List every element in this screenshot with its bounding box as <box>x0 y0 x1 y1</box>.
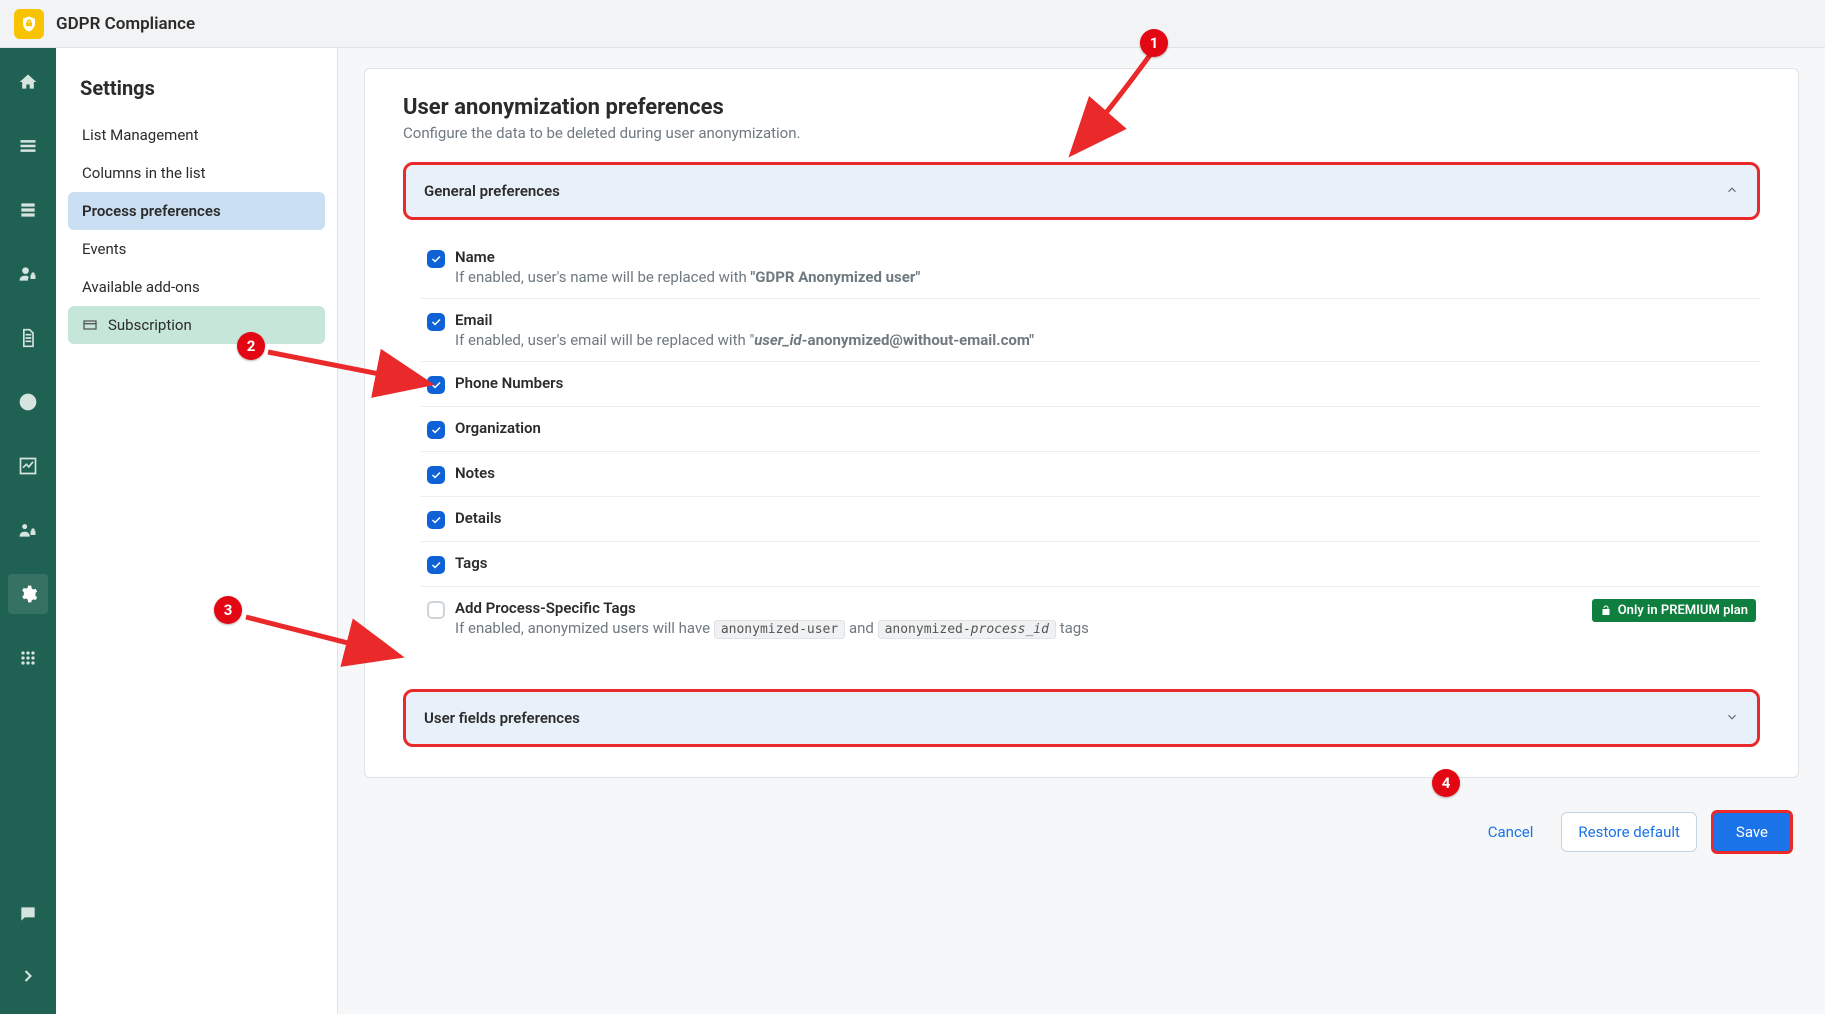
accordion-user-fields-preferences[interactable]: User fields preferences <box>403 689 1760 747</box>
sidebar-list: List Management Columns in the list Proc… <box>68 116 325 344</box>
pref-label: Email <box>455 311 1760 329</box>
sidebar-item-label: Subscription <box>108 316 192 334</box>
accordion-general-preferences[interactable]: General preferences <box>403 162 1760 220</box>
pref-label: Phone Numbers <box>455 374 1760 392</box>
sidebar-item-addons[interactable]: Available add-ons <box>68 268 325 306</box>
main-card: User anonymization preferences Configure… <box>364 68 1799 778</box>
main-content: User anonymization preferences Configure… <box>338 48 1825 1014</box>
save-button[interactable]: Save <box>1711 810 1793 854</box>
pref-label: Name <box>455 248 1760 266</box>
restore-default-button[interactable]: Restore default <box>1561 812 1696 852</box>
sidebar-item-columns[interactable]: Columns in the list <box>68 154 325 192</box>
sidebar-item-label: Process preferences <box>82 202 221 220</box>
settings-sidebar: Settings List Management Columns in the … <box>56 48 338 1014</box>
sidebar-item-label: Columns in the list <box>82 164 206 182</box>
pref-label: Add Process-Specific Tags <box>455 599 1760 617</box>
code-tag: anonymized-user <box>714 620 845 639</box>
rail-grid[interactable] <box>8 638 48 678</box>
sidebar-item-subscription[interactable]: Subscription <box>68 306 325 344</box>
rail-columns[interactable] <box>8 190 48 230</box>
left-rail <box>0 48 56 1014</box>
credit-card-icon <box>82 317 98 333</box>
sidebar-item-process-preferences[interactable]: Process preferences <box>68 192 325 230</box>
accordion-title: General preferences <box>424 182 560 200</box>
pref-email: Email If enabled, user's email will be r… <box>421 299 1760 362</box>
rail-document[interactable] <box>8 318 48 358</box>
checkbox-phone[interactable] <box>427 376 445 394</box>
footer-buttons: Cancel Restore default Save <box>364 778 1799 854</box>
checkbox-organization[interactable] <box>427 421 445 439</box>
lock-open-icon <box>1600 605 1612 617</box>
rail-home[interactable] <box>8 62 48 102</box>
rail-collapse[interactable] <box>8 956 48 996</box>
pref-notes: Notes <box>421 452 1760 497</box>
rail-list[interactable] <box>8 126 48 166</box>
pref-label: Notes <box>455 464 1760 482</box>
rail-settings[interactable] <box>8 574 48 614</box>
preferences-list: Name If enabled, user's name will be rep… <box>403 220 1760 659</box>
rail-comment[interactable] <box>8 894 48 934</box>
sidebar-item-label: Available add-ons <box>82 278 200 296</box>
rail-user-lock[interactable] <box>8 254 48 294</box>
checkbox-process-tags[interactable] <box>427 601 445 619</box>
sidebar-item-events[interactable]: Events <box>68 230 325 268</box>
sidebar-item-label: Events <box>82 240 126 258</box>
rail-chart[interactable] <box>8 446 48 486</box>
pref-desc: If enabled, anonymized users will have a… <box>455 619 1760 639</box>
checkbox-name[interactable] <box>427 250 445 268</box>
cancel-button[interactable]: Cancel <box>1474 815 1548 849</box>
sidebar-item-label: List Management <box>82 126 198 144</box>
checkbox-notes[interactable] <box>427 466 445 484</box>
page-title: User anonymization preferences <box>403 95 1760 120</box>
checkbox-email[interactable] <box>427 313 445 331</box>
checkbox-tags[interactable] <box>427 556 445 574</box>
chevron-up-icon <box>1725 182 1739 201</box>
top-header: GDPR Compliance <box>0 0 1825 48</box>
pref-desc: If enabled, user's email will be replace… <box>455 331 1760 349</box>
pref-label: Details <box>455 509 1760 527</box>
rail-users-lock[interactable] <box>8 510 48 550</box>
pref-process-tags: Add Process-Specific Tags If enabled, an… <box>421 587 1760 651</box>
pref-label: Organization <box>455 419 1760 437</box>
rail-clock[interactable] <box>8 382 48 422</box>
pref-desc: If enabled, user's name will be replaced… <box>455 268 1760 286</box>
page-subtitle: Configure the data to be deleted during … <box>403 124 1760 142</box>
app-icon <box>14 9 44 39</box>
pref-details: Details <box>421 497 1760 542</box>
pref-name: Name If enabled, user's name will be rep… <box>421 236 1760 299</box>
premium-badge: Only in PREMIUM plan <box>1592 599 1756 622</box>
settings-title: Settings <box>68 76 325 116</box>
pref-label: Tags <box>455 554 1760 572</box>
app-title: GDPR Compliance <box>56 14 195 34</box>
chevron-down-icon <box>1725 709 1739 728</box>
pref-tags: Tags <box>421 542 1760 587</box>
accordion-title: User fields preferences <box>424 709 580 727</box>
sidebar-item-list-management[interactable]: List Management <box>68 116 325 154</box>
pref-phone: Phone Numbers <box>421 362 1760 407</box>
checkbox-details[interactable] <box>427 511 445 529</box>
code-tag: anonymized-process_id <box>878 620 1056 639</box>
pref-organization: Organization <box>421 407 1760 452</box>
